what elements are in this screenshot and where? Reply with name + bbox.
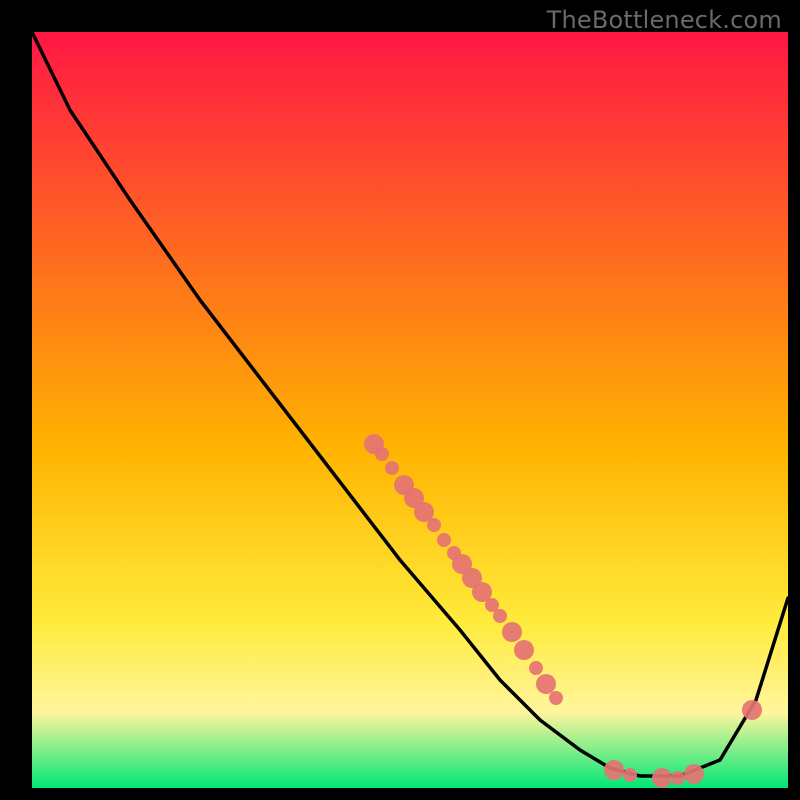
data-point (502, 622, 522, 642)
data-point (536, 674, 556, 694)
data-point (549, 691, 563, 705)
data-point (684, 764, 704, 784)
data-point (671, 771, 685, 785)
data-point (623, 768, 637, 782)
data-point (514, 640, 534, 660)
data-point (529, 661, 543, 675)
frame-right (788, 0, 800, 800)
data-point (652, 768, 672, 788)
data-point (375, 447, 389, 461)
data-point (437, 533, 451, 547)
watermark-text: TheBottleneck.com (547, 6, 782, 34)
data-point (742, 700, 762, 720)
data-point (385, 461, 399, 475)
frame-left (0, 0, 32, 800)
data-point (493, 609, 507, 623)
data-point (427, 518, 441, 532)
data-point (604, 760, 624, 780)
frame-bottom (0, 788, 800, 800)
plot-background (32, 32, 788, 788)
bottleneck-plot (0, 0, 800, 800)
